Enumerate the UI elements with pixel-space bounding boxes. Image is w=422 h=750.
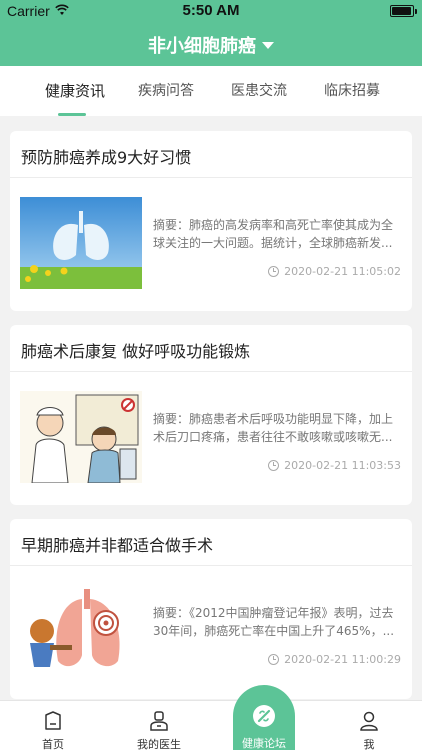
tabbar-label: 我 bbox=[363, 738, 375, 750]
divider bbox=[10, 177, 412, 178]
article-title: 肺癌术后康复 做好呼吸功能锻炼 bbox=[21, 342, 251, 361]
bottom-tab-bar: 首页 我的医生 我 bbox=[0, 700, 422, 750]
divider bbox=[10, 371, 412, 372]
page-title-dropdown[interactable]: 非小细胞肺癌 bbox=[0, 32, 422, 58]
article-card[interactable]: 预防肺癌养成9大好习惯 摘要：肺癌的高发病率和高死亡率使其成为全球关注的一大问题… bbox=[10, 131, 412, 311]
article-title: 预防肺癌养成9大好习惯 bbox=[21, 148, 192, 167]
tabbar-label: 我的医生 bbox=[137, 738, 181, 750]
category-tabs: 健康资讯 疾病问答 医患交流 临床招募 bbox=[0, 66, 422, 116]
status-bar: Carrier 5:50 AM bbox=[0, 0, 422, 22]
clock-time: 5:50 AM bbox=[182, 2, 240, 19]
clock-icon bbox=[268, 460, 280, 471]
page-title: 非小细胞肺癌 bbox=[148, 36, 256, 57]
article-meta: 2020-02-21 11:05:02 bbox=[268, 265, 401, 278]
forum-icon bbox=[253, 705, 275, 727]
home-icon bbox=[45, 711, 61, 730]
article-meta: 2020-02-21 11:00:29 bbox=[268, 653, 401, 666]
tabbar-item-me[interactable]: 我 bbox=[316, 701, 422, 750]
article-title: 早期肺癌并非都适合做手术 bbox=[21, 536, 214, 555]
article-thumbnail-doctor bbox=[20, 391, 142, 483]
tabbar-item-my-doctor[interactable]: 我的医生 bbox=[106, 701, 212, 750]
doctor-icon bbox=[150, 711, 168, 731]
divider bbox=[10, 565, 412, 566]
tab-disease-qa[interactable]: 疾病问答 bbox=[118, 66, 214, 116]
article-time: 2020-02-21 11:05:02 bbox=[284, 265, 401, 278]
battery-fill bbox=[392, 7, 411, 15]
article-time: 2020-02-21 11:03:53 bbox=[284, 459, 401, 472]
caret-down-icon bbox=[262, 41, 274, 49]
nav-header: Carrier 5:50 AM 非小细胞肺癌 bbox=[0, 0, 422, 66]
tabbar-item-home[interactable]: 首页 bbox=[0, 701, 106, 750]
article-thumbnail-lungs bbox=[20, 585, 142, 677]
active-tab-indicator bbox=[58, 113, 86, 116]
article-card[interactable]: 肺癌术后康复 做好呼吸功能锻炼 摘要：肺癌患者术后呼吸功能明显下降，加上术后刀口… bbox=[10, 325, 412, 505]
tab-health-news[interactable]: 健康资讯 bbox=[27, 66, 123, 116]
article-time: 2020-02-21 11:00:29 bbox=[284, 653, 401, 666]
person-icon bbox=[360, 711, 378, 731]
article-summary: 摘要：《2012中国肿瘤登记年报》表明，过去30年间，肺癌死亡率在中国上升了46… bbox=[153, 606, 395, 638]
article-card[interactable]: 早期肺癌并非都适合做手术 摘要：《2012中国肿瘤登记年报》表明，过去30年间，… bbox=[10, 519, 412, 699]
tab-doctor-patient[interactable]: 医患交流 bbox=[211, 66, 307, 116]
clock-icon bbox=[268, 654, 280, 665]
battery-icon bbox=[390, 5, 417, 17]
tabbar-label-active: 健康论坛 bbox=[242, 737, 286, 750]
tab-clinical-recruit[interactable]: 临床招募 bbox=[304, 66, 400, 116]
clock-icon bbox=[268, 266, 280, 277]
article-thumbnail-lungs-sky bbox=[20, 197, 142, 289]
article-summary: 摘要：肺癌的高发病率和高死亡率使其成为全球关注的一大问题。据统计，全球肺癌新发.… bbox=[153, 218, 394, 250]
tabbar-label: 首页 bbox=[42, 738, 64, 750]
article-summary: 摘要：肺癌患者术后呼吸功能明显下降，加上术后刀口疼痛，患者往往不敢咳嗽或咳嗽无.… bbox=[153, 412, 394, 444]
article-meta: 2020-02-21 11:03:53 bbox=[268, 459, 401, 472]
